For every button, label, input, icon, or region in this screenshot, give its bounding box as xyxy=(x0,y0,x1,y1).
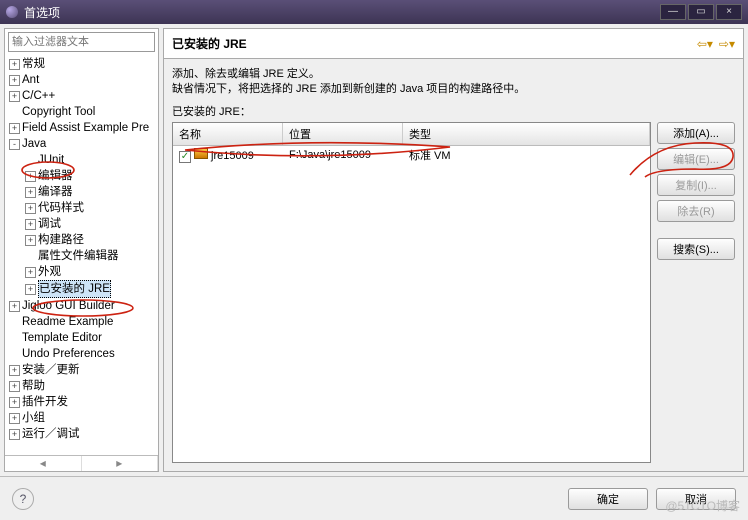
tree-item[interactable]: Template Editor xyxy=(5,330,158,346)
page-description: 添加、除去或编辑 JRE 定义。 缺省情况下，将把选择的 JRE 添加到新创建的… xyxy=(172,67,735,97)
tree-item-label: JUnit xyxy=(38,152,64,168)
tree-item[interactable]: Copyright Tool xyxy=(5,104,158,120)
tree-item-label: Readme Example xyxy=(22,314,113,330)
expand-icon[interactable]: + xyxy=(25,171,36,182)
tree-item-label: 外观 xyxy=(38,264,61,280)
tree-item[interactable]: +调试 xyxy=(5,216,158,232)
tree-item-label: 常规 xyxy=(22,56,45,72)
tree-item[interactable]: +常规 xyxy=(5,56,158,72)
tree-item[interactable]: -Java xyxy=(5,136,158,152)
expand-icon[interactable]: + xyxy=(25,284,36,295)
tree-item-label: 编译器 xyxy=(38,184,73,200)
tree-item[interactable]: +帮助 xyxy=(5,378,158,394)
search-button[interactable]: 搜索(S)... xyxy=(657,238,735,260)
expand-icon[interactable]: + xyxy=(9,91,20,102)
expand-icon[interactable]: + xyxy=(9,397,20,408)
expand-icon[interactable]: + xyxy=(9,59,20,70)
expand-icon[interactable]: + xyxy=(9,429,20,440)
tree-item-label: 小组 xyxy=(22,410,45,426)
tree-item[interactable]: +安装／更新 xyxy=(5,362,158,378)
tree-item[interactable]: JUnit xyxy=(5,152,158,168)
expand-icon[interactable]: + xyxy=(9,301,20,312)
app-icon xyxy=(6,6,18,18)
checkbox-icon[interactable]: ✓ xyxy=(179,151,191,163)
minimize-button[interactable]: — xyxy=(660,4,686,20)
tree-item[interactable]: +Field Assist Example Pre xyxy=(5,120,158,136)
remove-button[interactable]: 除去(R) xyxy=(657,200,735,222)
expand-icon[interactable]: + xyxy=(9,381,20,392)
jre-table[interactable]: 名称 位置 类型 ✓jre15009F:\Java\jre15009标准 VM xyxy=(172,122,651,463)
expand-icon[interactable]: + xyxy=(9,75,20,86)
preferences-tree[interactable]: +常规+Ant+C/C++Copyright Tool+Field Assist… xyxy=(5,55,158,455)
expand-icon[interactable]: + xyxy=(25,203,36,214)
tree-item-label: 运行／调试 xyxy=(22,426,80,442)
tree-item[interactable]: +小组 xyxy=(5,410,158,426)
maximize-button[interactable]: ▭ xyxy=(688,4,714,20)
page-title: 已安装的 JRE xyxy=(172,35,247,52)
expand-icon[interactable]: + xyxy=(25,235,36,246)
tree-item-label: C/C++ xyxy=(22,88,55,104)
page-header: 已安装的 JRE ⇦▾ ⇨▾ xyxy=(163,28,744,59)
tree-item-label: 插件开发 xyxy=(22,394,68,410)
tree-item-label: 帮助 xyxy=(22,378,45,394)
tree-item-label: Jigloo GUI Builder xyxy=(22,298,115,314)
tree-item-label: Ant xyxy=(22,72,39,88)
tree-item[interactable]: +Jigloo GUI Builder xyxy=(5,298,158,314)
copy-button[interactable]: 复制(I)... xyxy=(657,174,735,196)
tree-item-label: 编辑器 xyxy=(38,168,73,184)
expand-icon[interactable]: - xyxy=(9,139,20,150)
add-button[interactable]: 添加(A)... xyxy=(657,122,735,144)
tree-item-label: Java xyxy=(22,136,46,152)
filter-input[interactable] xyxy=(8,32,155,52)
tree-item[interactable]: +代码样式 xyxy=(5,200,158,216)
tree-item[interactable]: +编辑器 xyxy=(5,168,158,184)
watermark: @51CTO博客 xyxy=(665,497,740,514)
expand-icon[interactable]: + xyxy=(25,187,36,198)
expand-icon[interactable]: + xyxy=(25,219,36,230)
tree-item-label: Copyright Tool xyxy=(22,104,95,120)
tree-item-label: Template Editor xyxy=(22,330,102,346)
tree-item[interactable]: +编译器 xyxy=(5,184,158,200)
tree-item[interactable]: +运行／调试 xyxy=(5,426,158,442)
edit-button[interactable]: 编辑(E)... xyxy=(657,148,735,170)
table-row[interactable]: ✓jre15009F:\Java\jre15009标准 VM xyxy=(173,146,650,164)
preferences-tree-panel: +常规+Ant+C/C++Copyright Tool+Field Assist… xyxy=(4,28,159,472)
tree-item-label: Field Assist Example Pre xyxy=(22,120,149,136)
tree-item[interactable]: +Ant xyxy=(5,72,158,88)
nav-forward-icon[interactable]: ⇨▾ xyxy=(719,37,735,51)
tree-item-label: Undo Preferences xyxy=(22,346,115,362)
tree-scroll-arrows[interactable]: ◂▸ xyxy=(5,455,158,471)
tree-item-label: 构建路径 xyxy=(38,232,84,248)
close-button[interactable]: × xyxy=(716,4,742,20)
expand-icon[interactable]: + xyxy=(25,267,36,278)
expand-icon[interactable]: + xyxy=(9,413,20,424)
tree-item[interactable]: +外观 xyxy=(5,264,158,280)
tree-item-label: 调试 xyxy=(38,216,61,232)
tree-item-label: 已安装的 JRE xyxy=(38,280,111,298)
nav-back-icon[interactable]: ⇦▾ xyxy=(697,37,713,51)
tree-item-label: 代码样式 xyxy=(38,200,84,216)
tree-item[interactable]: +构建路径 xyxy=(5,232,158,248)
tree-item[interactable]: +已安装的 JRE xyxy=(5,280,158,298)
title-bar: 首选项 — ▭ × xyxy=(0,0,748,24)
window-title: 首选项 xyxy=(24,4,60,21)
table-label: 已安装的 JRE： xyxy=(172,103,735,119)
jre-icon xyxy=(194,148,208,159)
tree-item[interactable]: +C/C++ xyxy=(5,88,158,104)
expand-icon[interactable]: + xyxy=(9,365,20,376)
tree-item-label: 属性文件编辑器 xyxy=(38,248,119,264)
tree-item[interactable]: 属性文件编辑器 xyxy=(5,248,158,264)
ok-button[interactable]: 确定 xyxy=(568,488,648,510)
expand-icon[interactable]: + xyxy=(9,123,20,134)
table-header: 名称 位置 类型 xyxy=(173,123,650,146)
help-button[interactable]: ? xyxy=(12,488,34,510)
tree-item-label: 安装／更新 xyxy=(22,362,80,378)
dialog-footer: ? 确定 取消 xyxy=(0,476,748,520)
tree-item[interactable]: Undo Preferences xyxy=(5,346,158,362)
tree-item[interactable]: +插件开发 xyxy=(5,394,158,410)
tree-item[interactable]: Readme Example xyxy=(5,314,158,330)
